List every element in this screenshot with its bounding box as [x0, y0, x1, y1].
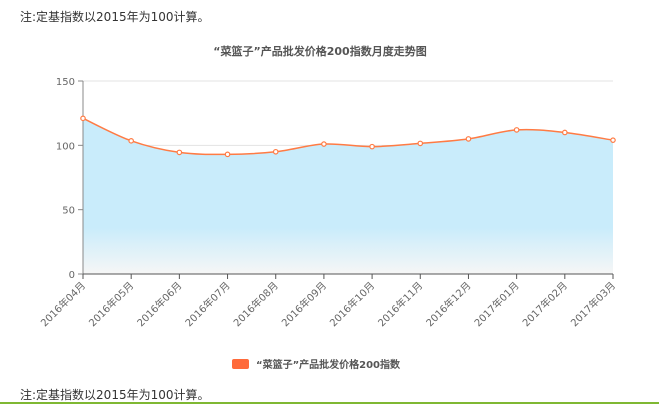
data-point: [128, 138, 134, 144]
y-axis-ticks: 0 50 100 150: [56, 77, 83, 281]
x-tick-label: 2016年07月: [182, 279, 232, 329]
data-point: [562, 129, 568, 136]
y-tick-label: 100: [56, 141, 75, 152]
x-tick-label: 2017年01月: [471, 279, 521, 329]
x-tick-label: 2016年11月: [375, 279, 425, 329]
y-tick-label: 150: [56, 77, 75, 88]
chart-title: “菜篮子”产品批发价格200指数月度走势图: [213, 44, 426, 58]
data-point: [417, 140, 424, 147]
data-point: [610, 137, 616, 143]
y-tick-label: 50: [62, 206, 75, 217]
legend-swatch[interactable]: [232, 359, 249, 369]
x-tick-label: 2016年05月: [86, 279, 136, 329]
note-bottom: 注:定基指数以2015年为100计算。: [20, 388, 210, 402]
series-area: [83, 118, 613, 275]
x-tick-label: 2016年10月: [327, 279, 377, 329]
x-tick-label: 2016年04月: [38, 279, 88, 329]
data-point: [321, 141, 327, 147]
x-tick-label: 2016年08月: [231, 279, 281, 329]
data-point: [80, 115, 86, 122]
data-point: [369, 143, 375, 150]
legend-label[interactable]: “菜篮子”产品批发价格200指数: [256, 358, 401, 371]
y-tick-label: 0: [69, 270, 75, 281]
price-index-chart: “菜篮子”产品批发价格200指数月度走势图 0 50 100 150 2016年04月…: [38, 44, 618, 371]
data-point: [513, 127, 520, 133]
x-tick-label: 2017年03月: [568, 279, 618, 329]
data-point: [224, 151, 231, 158]
x-tick-label: 2016年09月: [279, 279, 329, 329]
data-point: [272, 148, 279, 155]
x-axis-ticks: 2016年04月 2016年05月 2016年06月 2016年07月 2016年08月…: [38, 274, 618, 329]
data-point: [465, 136, 472, 142]
legend[interactable]: “菜篮子”产品批发价格200指数: [232, 358, 401, 371]
x-tick-label: 2017年02月: [520, 279, 570, 329]
bottom-divider: [0, 402, 659, 404]
x-tick-label: 2016年12月: [423, 279, 473, 329]
data-point: [176, 149, 183, 156]
x-tick-label: 2016年06月: [134, 279, 184, 329]
